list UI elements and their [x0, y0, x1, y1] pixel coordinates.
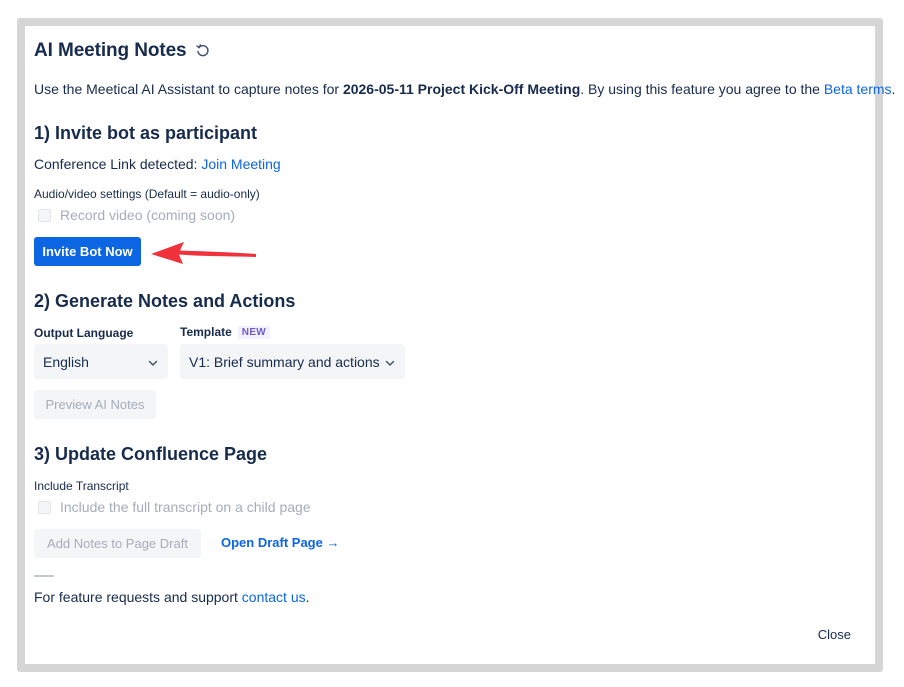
child-page-checkbox-label: Include the full transcript on a child p…: [60, 499, 311, 515]
add-notes-to-page-draft-button[interactable]: Add Notes to Page Draft: [34, 529, 201, 558]
output-language-label-text: Output Language: [34, 326, 134, 340]
output-language-label: Output Language: [34, 326, 133, 340]
section1-heading: 1) Invite bot as participant: [34, 123, 258, 143]
conference-label: Conference Link detected:: [34, 156, 202, 172]
refresh-icon[interactable]: [195, 43, 211, 59]
join-meeting-link[interactable]: Join Meeting: [201, 156, 280, 172]
support-text: For feature requests and support contact…: [34, 589, 310, 605]
support-prefix: For feature requests and support: [34, 589, 242, 605]
section2-heading: 2) Generate Notes and Actions: [34, 291, 296, 311]
close-button[interactable]: Close: [818, 627, 851, 642]
record-video-label: Record video (coming soon): [60, 207, 236, 223]
intro-text: Use the Meetical AI Assistant to capture…: [34, 81, 895, 97]
template-label-text: Template: [180, 325, 232, 339]
pointer-arrow-icon: [151, 242, 256, 264]
new-badge: NEW: [237, 325, 271, 339]
section3-heading: 3) Update Confluence Page: [34, 444, 268, 464]
child-page-option: Include the full transcript on a child p…: [38, 499, 311, 515]
open-draft-page-link[interactable]: Open Draft Page →: [221, 535, 339, 550]
conference-link-line: Conference Link detected: Join Meeting: [34, 156, 281, 172]
av-settings-label: Audio/video settings (Default = audio-on…: [34, 187, 260, 201]
chevron-down-icon: [384, 356, 396, 368]
child-page-checkbox: [38, 500, 51, 514]
chevron-down-icon: [147, 356, 159, 368]
intro-prefix: Use the Meetical AI Assistant to capture…: [34, 81, 343, 97]
divider: [34, 575, 54, 577]
record-video-checkbox: [38, 208, 51, 222]
meeting-name: 2026-05-11 Project Kick-Off Meeting: [342, 81, 581, 97]
output-language-select[interactable]: English: [34, 344, 168, 379]
template-select[interactable]: V1: Brief summary and actions: [180, 344, 405, 379]
contact-us-link[interactable]: contact us: [242, 589, 306, 605]
template-label: Template NEW: [180, 325, 271, 339]
invite-bot-button[interactable]: Invite Bot Now: [34, 237, 141, 266]
intro-middle: . By using this feature you agree to the: [580, 81, 824, 97]
dialog-title: AI Meeting Notes: [34, 40, 187, 61]
beta-terms-link[interactable]: Beta terms: [824, 81, 892, 97]
intro-suffix: .: [891, 81, 896, 97]
dialog-header: AI Meeting Notes: [34, 40, 211, 62]
preview-ai-notes-button[interactable]: Preview AI Notes: [34, 390, 156, 419]
record-video-option: Record video (coming soon): [38, 207, 235, 223]
include-transcript-label: Include Transcript: [34, 479, 129, 493]
output-language-value: English: [43, 353, 89, 370]
support-suffix: .: [305, 589, 310, 605]
template-value: V1: Brief summary and actions: [189, 353, 380, 370]
ai-meeting-notes-dialog: AI Meeting Notes Use the Meetical AI Ass…: [25, 26, 895, 664]
